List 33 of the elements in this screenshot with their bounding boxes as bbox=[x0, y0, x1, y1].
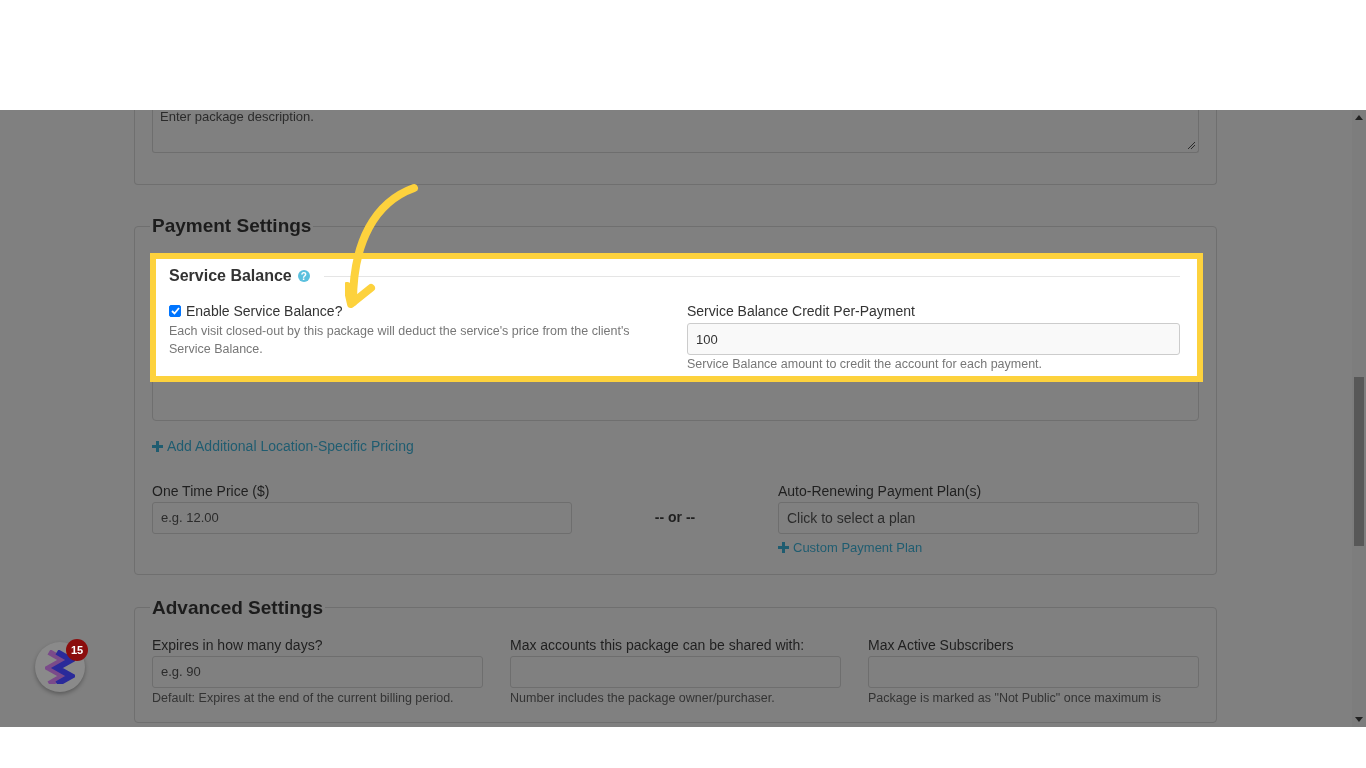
scroll-up-icon[interactable] bbox=[1355, 115, 1363, 120]
plan-select-field[interactable]: Click to select a plan bbox=[778, 501, 1199, 534]
help-text: Default: Expires at the end of the current billing period. bbox=[152, 690, 455, 705]
resize-grip-icon bbox=[1188, 142, 1195, 149]
help-text: Number includes the package owner/purchaser. bbox=[510, 690, 776, 705]
input-field[interactable]: e.g. 90 bbox=[152, 655, 483, 688]
field-label: Auto-Renewing Payment Plan(s) bbox=[778, 482, 983, 499]
help-text: Package is marked as "Not Public" once maximum is bbox=[868, 690, 1162, 705]
help-icon[interactable]: ? bbox=[297, 270, 310, 282]
field-label: Service Balance Credit Per-Payment bbox=[687, 303, 916, 319]
or-separator: -- or -- bbox=[654, 508, 696, 525]
add-pricing-link[interactable]: Add Additional Location-Specific Pricing bbox=[152, 438, 414, 454]
scrollbar-thumb[interactable] bbox=[1354, 377, 1364, 546]
field-label: One Time Price ($) bbox=[152, 482, 271, 499]
section-title: Advanced Settings bbox=[151, 596, 325, 619]
help-text: Each visit closed-out by this package will deduct the service's price from the client's Service Balance. bbox=[169, 323, 631, 358]
enable-checkbox[interactable] bbox=[169, 305, 181, 317]
scroll-down-icon[interactable] bbox=[1355, 717, 1363, 722]
panel-title: Service Balance bbox=[169, 267, 292, 285]
custom-plan-link[interactable]: Custom Payment Plan bbox=[778, 539, 923, 555]
field-label: Expires in how many days? bbox=[152, 636, 324, 653]
field-label: Max accounts this package can be shared with: bbox=[510, 636, 806, 653]
field-label: Max Active Subscribers bbox=[868, 636, 1015, 653]
plus-icon bbox=[152, 440, 163, 452]
description-field[interactable]: Enter package description. bbox=[152, 110, 1199, 153]
section-title: Payment Settings bbox=[151, 215, 313, 237]
plus-icon bbox=[778, 541, 789, 553]
price-input-field[interactable]: e.g. 12.00 bbox=[152, 501, 572, 534]
help-text: Service Balance amount to credit the account for each payment. bbox=[687, 357, 1044, 371]
credit-input-field[interactable]: 100 bbox=[687, 323, 1180, 355]
checkbox-label: Enable Service Balance? bbox=[186, 303, 343, 319]
notification-badge: 15 bbox=[66, 639, 88, 661]
chat-launcher-button[interactable] bbox=[35, 642, 85, 692]
